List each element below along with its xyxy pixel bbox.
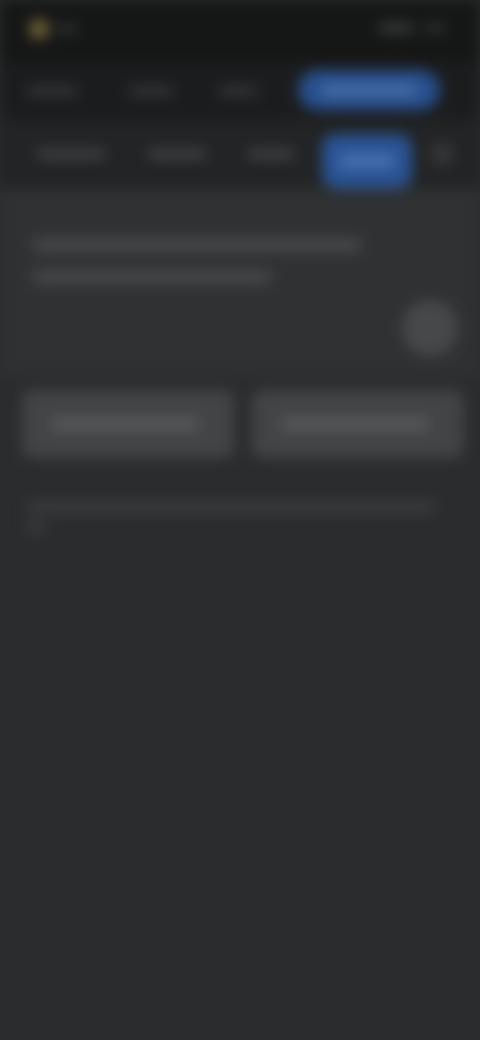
tab-4[interactable] [322, 134, 412, 188]
brand-logo-icon [30, 20, 48, 38]
status-indicator [378, 22, 414, 34]
status-bar [0, 0, 480, 62]
footnote-line [26, 502, 436, 512]
nav-link-1[interactable] [26, 82, 78, 100]
brand-name-placeholder [56, 23, 78, 35]
status-indicators [378, 22, 446, 34]
nav-link-3[interactable] [218, 82, 258, 100]
brand-logo[interactable] [30, 18, 78, 40]
nav-link-2[interactable] [128, 82, 174, 100]
tab-1[interactable] [22, 138, 120, 170]
tab-2[interactable] [134, 138, 220, 170]
primary-action-button[interactable] [298, 70, 440, 110]
option-left[interactable] [22, 390, 234, 458]
circle-button-icon[interactable] [402, 300, 458, 356]
app-screen [0, 0, 480, 1040]
card-text-line [32, 270, 272, 284]
status-indicator [424, 22, 446, 34]
more-icon[interactable] [430, 142, 454, 166]
footnote-line [26, 522, 46, 532]
tab-3[interactable] [236, 138, 306, 170]
option-right[interactable] [252, 390, 464, 458]
card-text-line [32, 238, 362, 252]
content-card [0, 188, 480, 376]
top-nav [0, 62, 480, 120]
blurred-content [0, 0, 480, 1040]
tab-bar [0, 120, 480, 188]
